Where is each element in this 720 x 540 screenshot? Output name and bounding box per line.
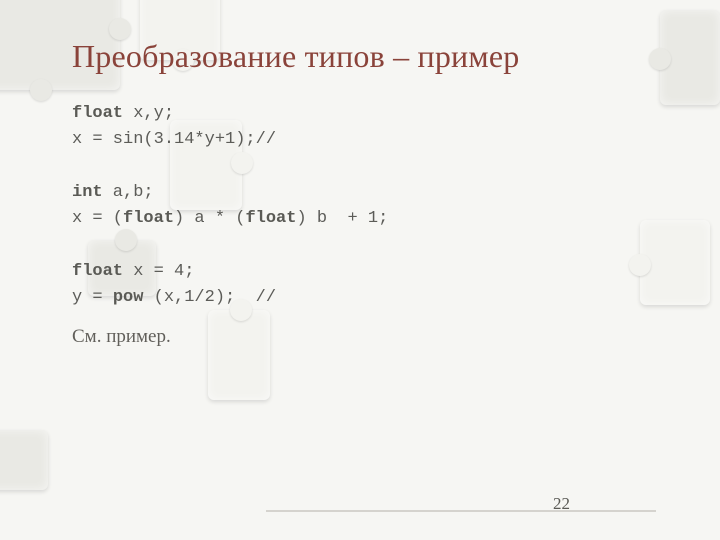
code-block: float x,y; x = sin(3.14*y+1);// int a,b;… xyxy=(72,101,660,312)
footer-divider xyxy=(266,510,656,512)
page-title: Преобразование типов – пример xyxy=(72,38,660,75)
code-line: int a,b; xyxy=(72,183,154,202)
code-line: float x,y; xyxy=(72,104,174,123)
code-line: float x = 4; xyxy=(72,262,194,281)
code-line: x = (float) a * (float) b + 1; xyxy=(72,209,388,228)
code-line: y = pow (x,1/2); // xyxy=(72,288,276,307)
slide: Преобразование типов – пример float x,y;… xyxy=(0,0,720,540)
slide-content: Преобразование типов – пример float x,y;… xyxy=(0,0,720,540)
page-number: 22 xyxy=(553,494,570,514)
code-line: x = sin(3.14*y+1);// xyxy=(72,130,276,149)
footer-note: См. пример. xyxy=(72,326,660,348)
